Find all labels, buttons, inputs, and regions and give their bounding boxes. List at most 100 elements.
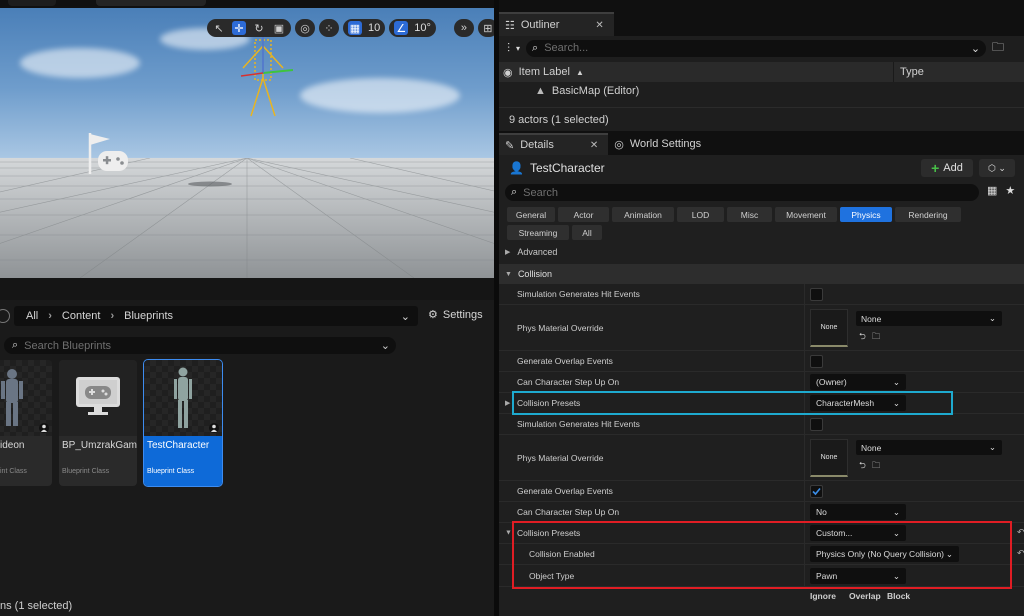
response-block-label: Block bbox=[887, 591, 911, 601]
collision-category-header[interactable]: ▼ Collision bbox=[499, 264, 1024, 284]
category-filters: General Actor Animation LOD Misc Movemen… bbox=[507, 207, 1019, 240]
level-viewport[interactable]: ↖ ✛ ↻ ▣ ◎ ⁘ ▦ 10 ∠ 10° » ⊞ bbox=[0, 8, 494, 278]
tab-outliner[interactable]: ☷ Outliner ✕ bbox=[499, 12, 614, 36]
breadcrumb-all[interactable]: All bbox=[26, 310, 38, 322]
gear-icon: ⚙ bbox=[428, 309, 438, 321]
breadcrumb-content[interactable]: Content bbox=[62, 310, 101, 322]
surface-snap-toggle[interactable]: ⁘ bbox=[319, 19, 339, 37]
filter-streaming[interactable]: Streaming bbox=[507, 225, 569, 240]
double-chevron-right-icon: » bbox=[460, 22, 467, 34]
checkbox[interactable] bbox=[810, 288, 823, 301]
property-row: Simulation Generates Hit Events bbox=[499, 414, 1024, 435]
filter-misc[interactable]: Misc bbox=[727, 207, 772, 222]
viewport-layout-button[interactable]: ⊞ bbox=[477, 19, 494, 37]
rotation-snap-control[interactable]: ∠ 10° bbox=[389, 19, 436, 37]
asset-tile[interactable]: ideon int Class bbox=[0, 360, 52, 486]
chevron-down-icon: ⌄ bbox=[988, 442, 996, 452]
asset-tile[interactable]: BP_UmzrakGameMode Blueprint Class bbox=[59, 360, 137, 486]
advanced-toggle[interactable]: ▶ Advanced bbox=[505, 247, 557, 257]
col-type[interactable]: Type bbox=[894, 66, 924, 78]
tab-world-settings[interactable]: ◎ World Settings bbox=[608, 133, 711, 155]
history-back-icon[interactable] bbox=[0, 309, 10, 323]
star-icon[interactable]: ★ bbox=[1005, 184, 1015, 197]
add-folder-icon[interactable]: 🗀 bbox=[992, 38, 1004, 59]
property-row: Simulation Generates Hit Events bbox=[499, 284, 1024, 305]
response-ignore-label: Ignore bbox=[810, 591, 836, 601]
blueprint-options-button[interactable]: ⬡ ⌄ bbox=[979, 159, 1015, 177]
filter-icon[interactable]: ⫶ bbox=[507, 41, 510, 56]
outliner-row[interactable]: ▲ BasicMap (Editor) bbox=[499, 82, 1024, 99]
top-toolbar-dropdown[interactable] bbox=[96, 0, 206, 6]
translate-tool-icon[interactable]: ✛ bbox=[232, 21, 246, 35]
asset-thumbnail bbox=[59, 360, 137, 436]
content-settings-button[interactable]: ⚙ Settings bbox=[428, 308, 483, 322]
checkbox[interactable] bbox=[810, 418, 823, 431]
outliner-icon: ☷ bbox=[505, 19, 515, 32]
filter-animation[interactable]: Animation bbox=[612, 207, 674, 222]
filter-physics[interactable]: Physics bbox=[840, 207, 892, 222]
step-up-combo[interactable]: No ⌄ bbox=[810, 504, 906, 520]
sky-cloud bbox=[300, 78, 460, 113]
select-tool-icon[interactable]: ↖ bbox=[212, 21, 226, 35]
material-combo[interactable]: None ⌄ bbox=[856, 311, 1002, 326]
surface-snap-icon: ⁘ bbox=[324, 22, 334, 35]
asset-search-input[interactable]: ⌕ Search Blueprints ⌄ bbox=[4, 337, 396, 354]
reset-to-default-icon[interactable]: ↶ bbox=[1017, 527, 1024, 538]
filter-lod[interactable]: LOD bbox=[677, 207, 724, 222]
material-thumbnail[interactable]: None bbox=[810, 439, 848, 477]
details-search-input[interactable]: ⌕ Search bbox=[505, 184, 979, 201]
world-space-toggle[interactable]: ◎ bbox=[295, 19, 315, 37]
browse-arrow-icon[interactable]: ⮌ bbox=[859, 460, 866, 474]
checkbox[interactable] bbox=[810, 355, 823, 368]
expand-toolbar-button[interactable]: » bbox=[453, 19, 474, 37]
viewport-toolbar: ↖ ✛ ↻ ▣ ◎ ⁘ ▦ 10 ∠ 10° » ⊞ bbox=[207, 19, 494, 39]
grid-snap-control[interactable]: ▦ 10 bbox=[343, 19, 386, 37]
rotate-tool-icon[interactable]: ↻ bbox=[252, 21, 266, 35]
asset-name: BP_UmzrakGameMode bbox=[62, 440, 137, 451]
caret-right-icon[interactable]: ▶ bbox=[505, 399, 510, 407]
add-component-button[interactable]: + Add bbox=[921, 159, 973, 177]
tab-details[interactable]: ✎ Details ✕ bbox=[499, 133, 609, 155]
asset-class: int Class bbox=[0, 468, 27, 475]
asset-tile-selected[interactable]: TestCharacter Blueprint Class bbox=[143, 359, 223, 487]
browse-arrow-icon[interactable]: ⮌ bbox=[859, 331, 866, 345]
highlight-box-red bbox=[512, 521, 1012, 589]
col-item-label[interactable]: Item Label bbox=[519, 66, 570, 78]
filter-general[interactable]: General bbox=[507, 207, 555, 222]
property-matrix-icon[interactable]: ▦ bbox=[987, 184, 997, 197]
chevron-down-icon[interactable]: ⌄ bbox=[401, 310, 410, 323]
caret-down-icon: ▼ bbox=[505, 270, 512, 278]
folder-search-icon[interactable]: 🗀 bbox=[872, 331, 881, 345]
folder-search-icon[interactable]: 🗀 bbox=[872, 460, 881, 474]
close-icon[interactable]: ✕ bbox=[590, 140, 598, 151]
scale-tool-icon[interactable]: ▣ bbox=[272, 21, 286, 35]
filter-all[interactable]: All bbox=[572, 225, 602, 240]
search-icon: ⌕ bbox=[12, 339, 19, 351]
close-icon[interactable]: ✕ bbox=[595, 20, 603, 31]
step-up-combo[interactable]: (Owner) ⌄ bbox=[810, 374, 906, 390]
property-label: Can Character Step Up On bbox=[517, 377, 620, 387]
visibility-eye-icon[interactable]: ◉ bbox=[503, 66, 513, 79]
outliner-toolbar: ⫶ ▾ ⌕ Search... ⌄ 🗀 bbox=[499, 36, 1024, 60]
filter-movement[interactable]: Movement bbox=[775, 207, 837, 222]
property-label: Generate Overlap Events bbox=[517, 356, 613, 366]
material-thumbnail[interactable]: None bbox=[810, 309, 848, 347]
outliner-search-input[interactable]: ⌕ Search... ⌄ bbox=[526, 39, 987, 57]
chevron-down-icon[interactable]: ▾ bbox=[516, 44, 520, 53]
material-combo[interactable]: None ⌄ bbox=[856, 440, 1002, 455]
filter-actor[interactable]: Actor bbox=[558, 207, 609, 222]
outliner-tabbar: ☷ Outliner ✕ bbox=[499, 8, 1024, 36]
chevron-down-icon: ⌄ bbox=[998, 162, 1006, 173]
breadcrumb-blueprints[interactable]: Blueprints bbox=[124, 310, 173, 322]
checkbox-checked[interactable] bbox=[810, 485, 823, 498]
chevron-down-icon[interactable]: ⌄ bbox=[971, 42, 980, 55]
breadcrumb[interactable]: All › Content › Blueprints ⌄ bbox=[14, 306, 418, 326]
asset-class: Blueprint Class bbox=[147, 468, 195, 475]
property-label: Simulation Generates Hit Events bbox=[517, 419, 640, 429]
reset-to-default-icon[interactable]: ↶ bbox=[1017, 548, 1024, 559]
chevron-down-icon[interactable]: ⌄ bbox=[381, 339, 390, 352]
caret-down-icon[interactable]: ▼ bbox=[505, 530, 512, 537]
top-toolbar-button[interactable] bbox=[8, 0, 56, 6]
game-mode-flag-icon[interactable] bbox=[84, 131, 134, 176]
filter-rendering[interactable]: Rendering bbox=[895, 207, 961, 222]
